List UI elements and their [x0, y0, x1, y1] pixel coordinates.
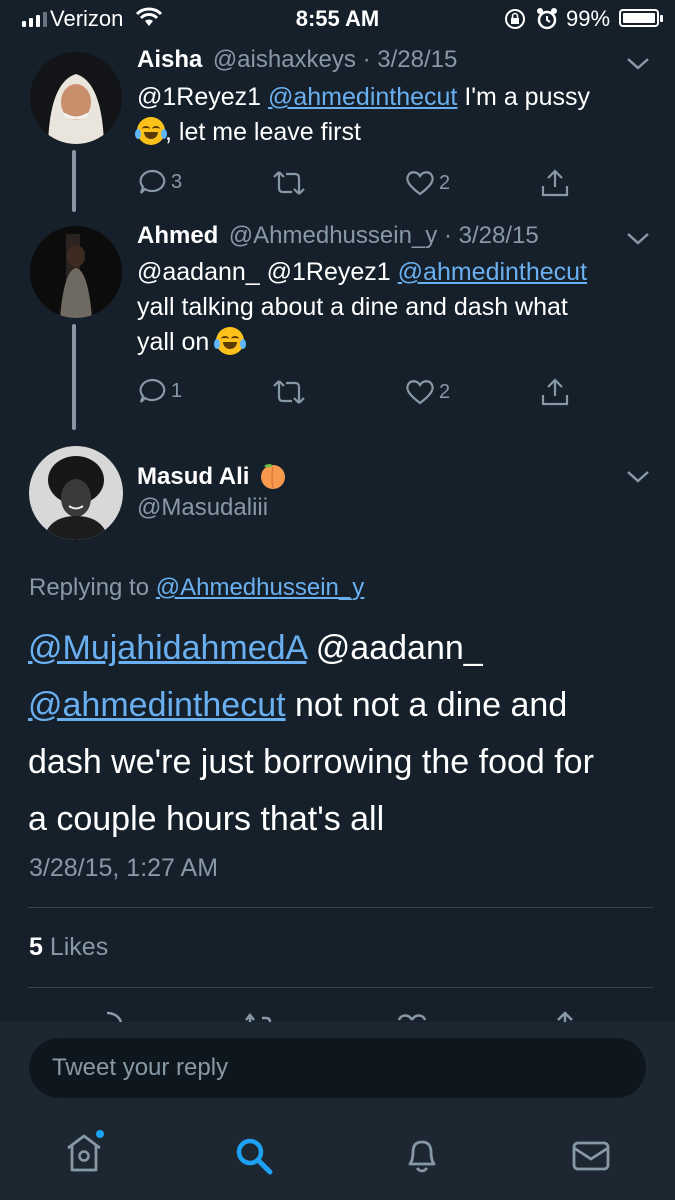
- tweet-text-part: , let me leave first: [165, 118, 361, 146]
- handle-date: @aishaxkeys · 3/28/15: [212, 46, 458, 73]
- like-button[interactable]: 2: [405, 170, 450, 196]
- chevron-down-icon[interactable]: [625, 469, 651, 485]
- search-icon[interactable]: [234, 1136, 274, 1176]
- like-count: 2: [439, 171, 451, 194]
- heart-icon[interactable]: [395, 1012, 429, 1022]
- tweet-header: Ahmed @Ahmedhussein_y · 3/28/15: [137, 222, 539, 250]
- reply-button[interactable]: 1: [137, 377, 182, 405]
- tweet-text-part: dash we're just borrowing the food for: [28, 743, 594, 781]
- tweet-text-part: yall talking about a dine and dash what: [137, 293, 568, 321]
- mention-link[interactable]: @MujahidahmedA: [28, 629, 306, 667]
- replying-link[interactable]: @Ahmedhussein_y: [156, 574, 364, 601]
- likes-label: Likes: [42, 933, 109, 961]
- tweet-text: @1Reyez1 @ahmedinthecut I'm a pussy , le…: [135, 80, 647, 150]
- tweet-header: Aisha @aishaxkeys · 3/28/15: [137, 46, 457, 74]
- battery-percent: 99%: [566, 6, 611, 31]
- share-icon[interactable]: [540, 377, 570, 407]
- alarm-icon: [537, 8, 557, 30]
- laughing-emoji-icon: [135, 117, 167, 145]
- chevron-down-icon[interactable]: [625, 231, 651, 247]
- main-tweet-header: Masud Ali: [137, 460, 288, 491]
- retweet-icon[interactable]: [272, 379, 306, 405]
- reply-placeholder: Tweet your reply: [52, 1054, 229, 1081]
- avatar[interactable]: [30, 226, 122, 318]
- main-action-row: [0, 1004, 675, 1022]
- avatar[interactable]: [30, 52, 122, 144]
- rotation-lock-icon: [505, 9, 525, 29]
- share-icon[interactable]: [552, 1010, 578, 1022]
- reply-icon: [139, 378, 166, 403]
- laughing-emoji-icon: [214, 327, 247, 355]
- mention[interactable]: @aadann_ @1Reyez1: [137, 258, 398, 286]
- tweet-text-part: I'm a pussy: [457, 83, 590, 111]
- mention-link[interactable]: @ahmedinthecut: [268, 83, 457, 111]
- display-name[interactable]: Ahmed: [137, 222, 218, 249]
- mention[interactable]: @1Reyez1: [137, 83, 268, 111]
- tweet-text-part: not not a dine and: [285, 686, 568, 724]
- likes-count: 5: [29, 933, 43, 961]
- reply-button[interactable]: 3: [137, 168, 182, 196]
- thread-line: [72, 150, 76, 212]
- battery-icon: [619, 9, 663, 27]
- mention-link[interactable]: @ahmedinthecut: [28, 686, 286, 724]
- like-button[interactable]: 2: [405, 379, 450, 405]
- mention[interactable]: @aadann_: [306, 629, 483, 667]
- replying-prefix: Replying to: [29, 574, 156, 601]
- tweet-text-part: a couple hours that's all: [28, 800, 385, 838]
- home-icon[interactable]: [62, 1128, 108, 1174]
- thread-line: [72, 324, 76, 430]
- timestamp: 3/28/15, 1:27 AM: [29, 854, 219, 882]
- mention-link[interactable]: @ahmedinthecut: [398, 258, 587, 286]
- display-name[interactable]: Aisha: [137, 46, 202, 73]
- notifications-icon[interactable]: [404, 1134, 440, 1176]
- retweet-icon[interactable]: [240, 1012, 276, 1022]
- status-bar: Verizon 8:55 AM 99%: [0, 0, 675, 38]
- likes-summary[interactable]: 5 Likes: [29, 933, 108, 962]
- retweet-icon[interactable]: [272, 170, 306, 196]
- reply-count: 3: [171, 170, 183, 193]
- reply-icon[interactable]: [90, 1010, 124, 1022]
- handle[interactable]: @Masudaliii: [137, 494, 268, 522]
- heart-icon: [406, 171, 434, 196]
- tweet-text-part: yall on: [137, 328, 210, 356]
- tweet-text: @aadann_ @1Reyez1 @ahmedinthecut yall ta…: [137, 255, 647, 360]
- avatar[interactable]: [29, 446, 123, 540]
- handle-date: @Ahmedhussein_y · 3/28/15: [228, 222, 539, 249]
- heart-icon: [406, 380, 434, 405]
- reply-input[interactable]: Tweet your reply: [29, 1038, 646, 1098]
- like-count: 2: [439, 380, 451, 403]
- main-tweet-text: @MujahidahmedA @aadann_ @ahmedinthecut n…: [28, 620, 648, 848]
- peach-emoji-icon: [260, 464, 285, 489]
- reply-count: 1: [171, 379, 183, 402]
- reply-icon: [139, 169, 166, 194]
- replying-to: Replying to @Ahmedhussein_y: [29, 574, 364, 602]
- chevron-down-icon[interactable]: [625, 56, 651, 72]
- divider: [28, 907, 653, 908]
- messages-icon[interactable]: [571, 1140, 611, 1172]
- divider: [28, 987, 653, 988]
- display-name[interactable]: Masud Ali: [137, 463, 249, 490]
- share-icon[interactable]: [540, 168, 570, 198]
